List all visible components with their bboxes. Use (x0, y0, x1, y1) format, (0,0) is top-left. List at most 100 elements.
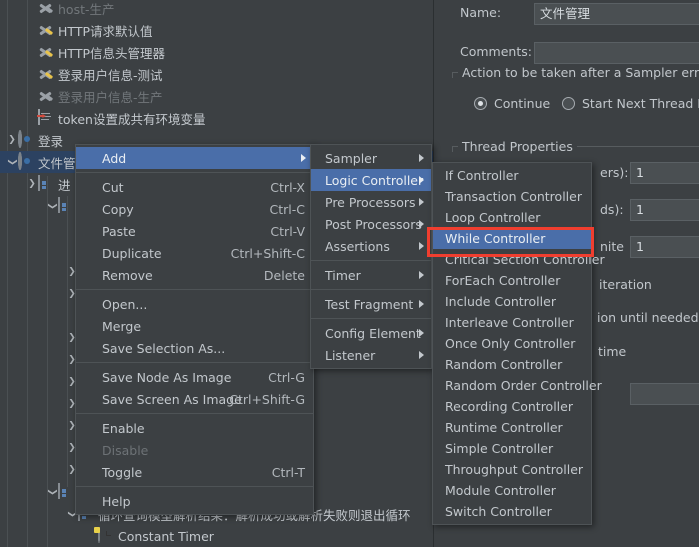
menu-item-shortcut: Ctrl-G (268, 369, 305, 385)
tree-row[interactable]: token设置成共有环境变量 (0, 107, 433, 129)
menu-separator (76, 362, 313, 363)
menu-item-include-controller[interactable]: Include Controller (433, 291, 591, 312)
menu-item-enable[interactable]: Enable (76, 417, 313, 439)
logic-controller-submenu[interactable]: If Controller Transaction Controller Loop … (432, 162, 605, 525)
menu-item-loop-controller[interactable]: Loop Controller (433, 207, 591, 228)
menu-item-switch-controller[interactable]: Switch Controller (433, 501, 591, 522)
menu-item-save-node-as-image[interactable]: Save Node As Image Ctrl-G (76, 366, 313, 388)
menu-item-while-controller[interactable]: While Controller (433, 228, 591, 249)
comments-row: Comments: (460, 44, 532, 59)
controller-icon (38, 175, 54, 192)
rampup-input[interactable]: 1 (630, 199, 699, 221)
menu-item-shortcut: Ctrl+Shift-C (230, 245, 305, 261)
radio-start-next-thread-loop-indicator[interactable] (562, 97, 575, 110)
tree-twisty-placeholder (26, 63, 38, 85)
chevron-right-icon[interactable]: ❯ (6, 129, 18, 151)
chevron-right-icon (419, 329, 424, 337)
menu-item-sampler[interactable]: Sampler (311, 147, 431, 169)
menu-item-runtime-controller[interactable]: Runtime Controller (433, 417, 591, 438)
menu-item-label: Cut (102, 179, 124, 195)
menu-item-paste[interactable]: Paste Ctrl-V (76, 220, 313, 242)
radio-start-next-thread-loop[interactable]: Start Next Thread Loop (562, 96, 699, 111)
menu-item-label: Save Selection As... (102, 340, 226, 356)
node-context-menu[interactable]: Add Cut Ctrl-X Copy Ctrl-C Paste Ctrl-V Duplica… (75, 144, 314, 515)
name-input[interactable]: 文件管理 (534, 3, 699, 25)
chevron-right-icon[interactable]: ❯ (26, 173, 38, 195)
menu-item-label: ForEach Controller (445, 273, 561, 288)
menu-item-add[interactable]: Add (76, 147, 313, 169)
tree-row[interactable]: HTTP信息头管理器 (0, 41, 433, 63)
menu-item-label: Save Screen As Image (102, 391, 242, 407)
menu-item-transaction-controller[interactable]: Transaction Controller (433, 186, 591, 207)
menu-item-label: Once Only Controller (445, 336, 576, 351)
menu-item-test-fragment[interactable]: Test Fragment (311, 293, 431, 315)
menu-item-critical-section-controller[interactable]: Critical Section Controller (433, 249, 605, 270)
menu-item-label: Logic Controller (325, 172, 424, 188)
tree-row[interactable]: HTTP请求默认值 (0, 19, 433, 41)
tree-twisty-placeholder (26, 19, 38, 41)
menu-item-label: Transaction Controller (445, 189, 582, 204)
tree-row[interactable]: 登录用户信息-测试 (0, 63, 433, 85)
tree-row-label: 登录 (38, 133, 64, 149)
menu-item-simple-controller[interactable]: Simple Controller (433, 438, 591, 459)
menu-item-remove[interactable]: Remove Delete (76, 264, 313, 286)
menu-item-label: Module Controller (445, 483, 556, 498)
menu-item-label: Random Controller (445, 357, 563, 372)
tree-twisty-placeholder (26, 107, 38, 129)
menu-item-label: Interleave Controller (445, 315, 574, 330)
menu-item-label: Toggle (102, 464, 143, 480)
tree-row-label: 进 (58, 177, 71, 193)
menu-item-label: Enable (102, 420, 145, 436)
menu-item-disable: Disable (76, 439, 313, 461)
menu-item-foreach-controller[interactable]: ForEach Controller (433, 270, 591, 291)
menu-item-cut[interactable]: Cut Ctrl-X (76, 176, 313, 198)
menu-item-help[interactable]: Help (76, 490, 313, 512)
chevron-right-icon (419, 300, 424, 308)
menu-item-copy[interactable]: Copy Ctrl-C (76, 198, 313, 220)
menu-item-duplicate[interactable]: Duplicate Ctrl+Shift-C (76, 242, 313, 264)
duration-input[interactable] (630, 383, 699, 405)
menu-item-timer[interactable]: Timer (311, 264, 431, 286)
comments-input[interactable] (534, 42, 699, 64)
threads-input[interactable]: 1 (630, 162, 699, 184)
menu-item-toggle[interactable]: Toggle Ctrl-T (76, 461, 313, 483)
same-user-fragment: iteration (599, 277, 652, 292)
menu-item-label: Random Order Controller (445, 378, 602, 393)
menu-item-random-controller[interactable]: Random Controller (433, 354, 591, 375)
tree-twisty-placeholder (26, 0, 38, 19)
menu-item-if-controller[interactable]: If Controller (433, 165, 591, 186)
menu-item-recording-controller[interactable]: Recording Controller (433, 396, 591, 417)
radio-continue[interactable]: Continue (474, 96, 550, 111)
menu-item-open[interactable]: Open... (76, 293, 313, 315)
menu-item-interleave-controller[interactable]: Interleave Controller (433, 312, 591, 333)
menu-separator (76, 172, 313, 173)
menu-item-listener[interactable]: Listener (311, 344, 431, 366)
menu-item-save-screen-as-image[interactable]: Save Screen As Image Ctrl+Shift-G (76, 388, 313, 410)
menu-item-label: Post Processors (325, 216, 422, 232)
menu-item-logic-controller[interactable]: Logic Controller (311, 169, 431, 191)
document-icon (37, 109, 54, 126)
menu-item-pre-processors[interactable]: Pre Processors (311, 191, 431, 213)
wrench-icon (38, 66, 54, 82)
tree-row[interactable]: host-生产 (0, 0, 433, 19)
radio-continue-indicator[interactable] (474, 97, 487, 110)
menu-item-config-element[interactable]: Config Element (311, 322, 431, 344)
menu-item-module-controller[interactable]: Module Controller (433, 480, 591, 501)
wrench-icon (38, 0, 54, 16)
menu-item-once-only-controller[interactable]: Once Only Controller (433, 333, 591, 354)
tree-row[interactable]: 登录用户信息-生产 (0, 85, 433, 107)
menu-item-merge[interactable]: Merge (76, 315, 313, 337)
loopcount-input[interactable]: 1 (630, 236, 699, 258)
menu-item-assertions[interactable]: Assertions (311, 235, 431, 257)
menu-item-save-selection-as[interactable]: Save Selection As... (76, 337, 313, 359)
menu-item-throughput-controller[interactable]: Throughput Controller (433, 459, 591, 480)
menu-item-random-order-controller[interactable]: Random Order Controller (433, 375, 602, 396)
menu-separator (76, 413, 313, 414)
rampup-label-fragment: ds): (600, 202, 624, 217)
menu-item-post-processors[interactable]: Post Processors (311, 213, 431, 235)
tree-row[interactable]: Constant Timer (0, 525, 433, 547)
add-submenu[interactable]: Sampler Logic Controller Pre Processors Pos… (310, 144, 432, 369)
menu-item-label: Loop Controller (445, 210, 541, 225)
menu-item-shortcut: Ctrl-V (270, 223, 305, 239)
chevron-right-icon (301, 154, 306, 162)
